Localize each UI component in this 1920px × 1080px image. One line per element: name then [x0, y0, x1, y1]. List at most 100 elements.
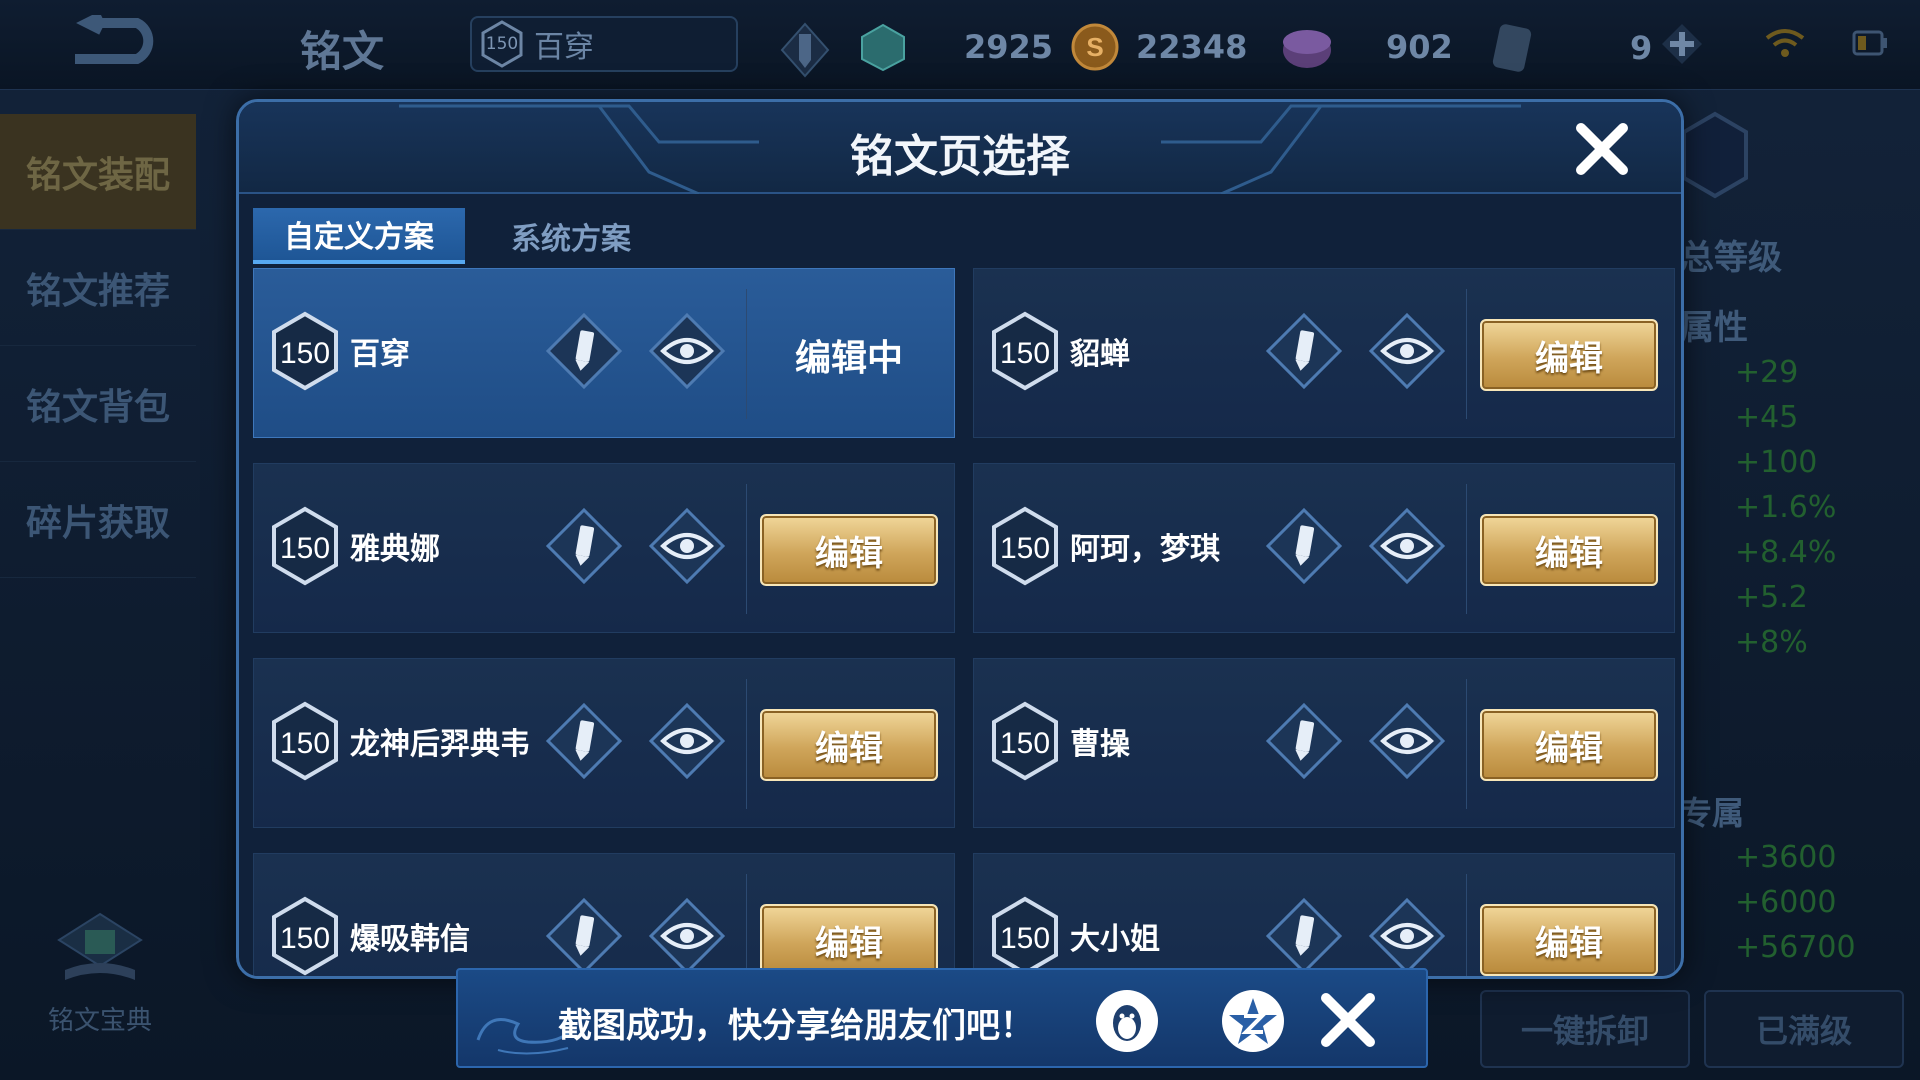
level-number: 150: [1000, 532, 1050, 565]
book-icon: [57, 912, 143, 980]
preview-button[interactable]: [1367, 896, 1447, 976]
dialog-title: 铭文页选择: [850, 131, 1070, 182]
currency-ticket: 9: [1490, 22, 1652, 74]
rename-button[interactable]: [544, 311, 624, 391]
pencil-icon: [1265, 507, 1343, 585]
eye-icon: [648, 897, 726, 975]
preview-button[interactable]: [647, 506, 727, 586]
level-badge: 150: [990, 701, 1060, 781]
pencil-icon: [1265, 897, 1343, 975]
level-badge: 150: [990, 506, 1060, 586]
crystal-icon: [861, 23, 905, 72]
unload-all-button[interactable]: 一键拆卸: [1480, 990, 1690, 1068]
rename-button[interactable]: [1264, 701, 1344, 781]
preview-button[interactable]: [647, 701, 727, 781]
level-number: 150: [280, 922, 330, 955]
share-qzone-button[interactable]: [1220, 988, 1286, 1054]
rename-button[interactable]: [544, 506, 624, 586]
rune-page-card[interactable]: 150 百穿 编辑中: [253, 268, 955, 438]
level-number: 150: [280, 337, 330, 370]
rune-page-card[interactable]: 150 曹操 编辑: [973, 658, 1675, 828]
tab-bar: 自定义方案 系统方案: [253, 208, 677, 264]
edit-button[interactable]: 编辑: [1480, 709, 1658, 781]
sidebar-item-equip[interactable]: 铭文装配: [0, 114, 196, 230]
share-qq-button[interactable]: [1094, 988, 1160, 1054]
pencil-icon: [1265, 312, 1343, 390]
rune-page-card[interactable]: 150 大小姐 编辑: [973, 853, 1675, 976]
level-badge: 150: [990, 311, 1060, 391]
divider: [746, 289, 747, 419]
hexagon-icon: 150: [992, 506, 1058, 586]
divider: [746, 484, 747, 614]
sidebar-item-bag[interactable]: 铭文背包: [0, 346, 196, 462]
rune-page-name: 百穿: [350, 337, 410, 372]
rune-page-name: 貂蝉: [1070, 337, 1130, 372]
gem-icon: [1283, 30, 1331, 68]
rune-page-card[interactable]: 150 阿珂，梦琪 编辑: [973, 463, 1675, 633]
exclusive-label: 专属: [1680, 794, 1745, 832]
exclusive-stat-value: +56700: [1735, 930, 1856, 965]
edit-button[interactable]: 编辑: [760, 514, 938, 586]
rename-button[interactable]: [544, 701, 624, 781]
preview-button[interactable]: [1367, 701, 1447, 781]
preview-button[interactable]: [647, 896, 727, 976]
rename-button[interactable]: [544, 896, 624, 976]
rename-button[interactable]: [1264, 896, 1344, 976]
close-icon: [1576, 123, 1628, 175]
back-button[interactable]: [55, 12, 175, 78]
divider: [1466, 679, 1467, 809]
preview-button[interactable]: [1367, 506, 1447, 586]
ticket-count: 9: [1630, 29, 1653, 67]
selected-page-name: 百穿: [534, 30, 594, 65]
level-number: 150: [1000, 337, 1050, 370]
rename-button[interactable]: [780, 22, 830, 78]
tab-custom[interactable]: 自定义方案: [253, 208, 465, 264]
rune-page-card[interactable]: 150 雅典娜 编辑: [253, 463, 955, 633]
preview-button[interactable]: [1367, 311, 1447, 391]
edit-button[interactable]: 编辑: [760, 709, 938, 781]
edit-button[interactable]: 编辑: [1480, 904, 1658, 976]
edit-button[interactable]: 编辑: [1480, 319, 1658, 391]
rename-button[interactable]: [1264, 311, 1344, 391]
eye-icon: [1368, 312, 1446, 390]
gold-coin-icon: S: [1071, 23, 1119, 71]
divider: [746, 679, 747, 809]
currency-gold: S 22348: [1070, 22, 1247, 72]
currency-crystal: 2925: [858, 22, 1053, 72]
level-badge: 150: [990, 896, 1060, 976]
rune-page-card[interactable]: 150 貂蝉 编辑: [973, 268, 1675, 438]
level-badge: 150: [270, 701, 340, 781]
rune-page-name: 阿珂，梦琪: [1070, 532, 1220, 567]
sidebar-item-recommend[interactable]: 铭文推荐: [0, 230, 196, 346]
page-title: 铭文: [300, 27, 385, 76]
level-badge: 150: [270, 896, 340, 976]
divider: [746, 874, 747, 976]
rune-page-name: 龙神后羿典韦: [350, 727, 530, 762]
stat-value: +45: [1735, 400, 1799, 435]
rune-page-card[interactable]: 150 龙神后羿典韦 编辑: [253, 658, 955, 828]
toast-close-button[interactable]: [1320, 992, 1376, 1048]
wifi-icon: [1765, 29, 1805, 57]
dialog-close-button[interactable]: [1573, 120, 1631, 178]
rune-page-name: 大小姐: [1070, 922, 1160, 957]
gem-count: 902: [1386, 28, 1453, 66]
rune-page-select-dialog: 铭文页选择 自定义方案 系统方案 150 百穿 编辑中 150 貂蝉 编辑 150 雅典娜 编辑…: [236, 99, 1684, 979]
tab-system[interactable]: 系统方案: [465, 208, 677, 264]
edit-button[interactable]: 编辑: [760, 904, 938, 976]
sidebar-item-fragments[interactable]: 碎片获取: [0, 462, 196, 578]
add-ticket-button[interactable]: [1660, 22, 1704, 66]
rune-page-card[interactable]: 150 爆吸韩信 编辑: [253, 853, 955, 976]
share-toast: 截图成功，快分享给朋友们吧！: [456, 968, 1428, 1068]
qq-penguin-icon: [1096, 990, 1158, 1052]
qzone-star-icon: [1222, 990, 1284, 1052]
rune-page-selector[interactable]: 150 百穿: [470, 16, 738, 72]
codex-label: 铭文宝典: [47, 1006, 152, 1036]
editing-status: 编辑中: [794, 338, 903, 379]
dialog-header: 铭文页选择: [239, 102, 1681, 194]
codex-button[interactable]: 铭文宝典: [30, 910, 170, 1037]
max-level-button[interactable]: 已满级: [1704, 990, 1904, 1068]
total-level-label: 总等级: [1680, 238, 1782, 278]
preview-button[interactable]: [647, 311, 727, 391]
rename-button[interactable]: [1264, 506, 1344, 586]
edit-button[interactable]: 编辑: [1480, 514, 1658, 586]
